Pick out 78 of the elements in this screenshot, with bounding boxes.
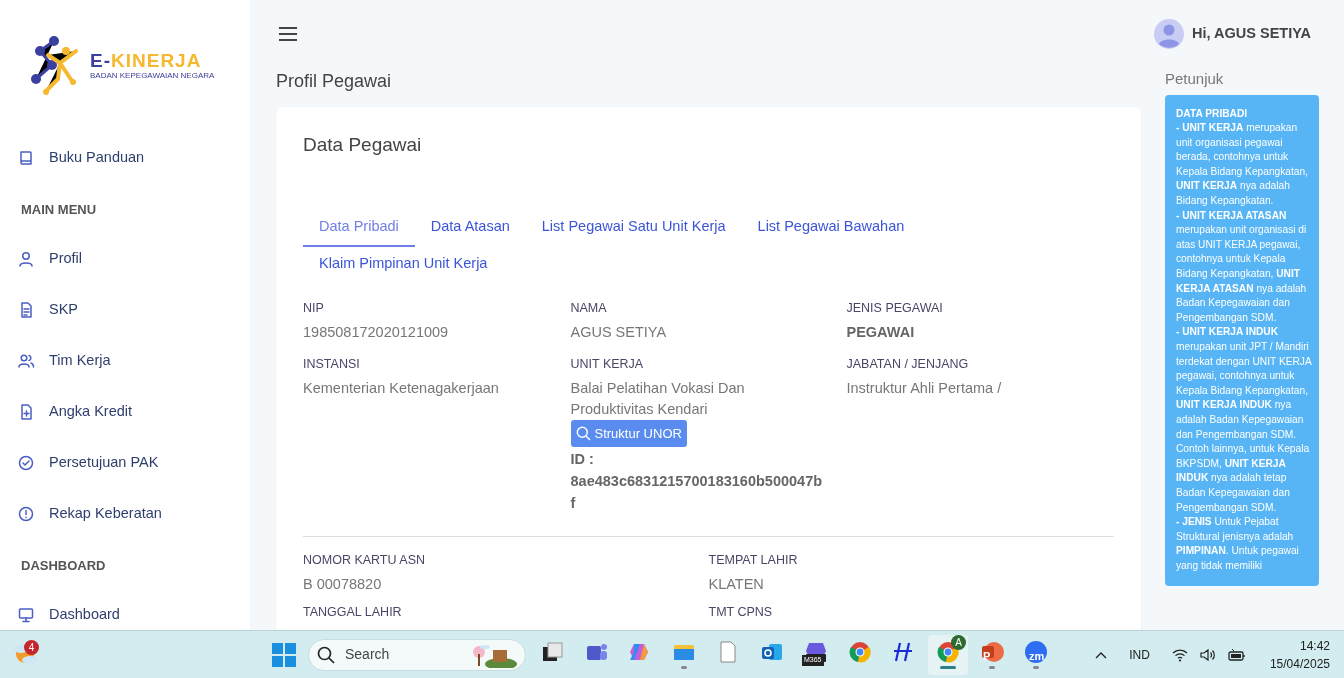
menu-heading: DASHBOARD [20, 556, 107, 575]
clock-time[interactable]: 14:42 [1269, 636, 1330, 655]
logo-subtitle: BADAN KEPEGAWAIAN NEGARA [90, 69, 215, 82]
field-label: UNIT KERJA [570, 355, 645, 373]
chevron-up-icon[interactable] [1095, 650, 1108, 659]
logo-title: E-KINERJA [90, 50, 203, 70]
page-title: Profil Pegawai [276, 70, 393, 93]
id-label: ID : [570, 449, 595, 469]
windows-icon [272, 642, 296, 667]
field-value: 198508172020121009 [303, 322, 450, 342]
speaker-icon[interactable] [1199, 647, 1216, 662]
field-value: B 00078820 [303, 574, 383, 594]
field-value: Balai Pelatihan Vokasi Dan Produktivitas Kendari [570, 378, 746, 419]
zoom-icon [1024, 640, 1048, 664]
help-paragraph: - JENIS Untuk Pejabat Struktural jenisnya adalah PIMPINAN. Untuk pegawai yang tidak memiliki [1176, 515, 1300, 573]
sidebar-item[interactable]: Angka Kredit [0, 386, 250, 437]
running-indicator [1033, 666, 1039, 669]
taskbar-app[interactable]: A [928, 634, 968, 675]
user-icon [17, 249, 35, 268]
user-greeting[interactable]: Hi, AGUS SETIYA [1192, 23, 1311, 45]
chrome-icon [936, 640, 960, 664]
alert-circle-icon [17, 504, 35, 523]
field-value: AGUS SETIYA [570, 322, 668, 342]
sidebar-item[interactable]: Persetujuan PAK [0, 437, 250, 488]
sidebar-item[interactable]: Buku Panduan [0, 132, 250, 183]
monitor-icon [17, 605, 35, 624]
check-circle-icon [17, 453, 35, 472]
help-title: Petunjuk [1165, 69, 1225, 89]
search-icon [575, 425, 591, 441]
field-label: JABATAN / JENJANG [846, 355, 970, 373]
taskbar-app[interactable]: zm [1016, 634, 1056, 675]
tab[interactable]: Klaim Pimpinan Unit Kerja [303, 247, 504, 285]
tab[interactable]: List Pegawai Satu Unit Kerja [525, 209, 742, 248]
book-icon [17, 148, 35, 167]
field-label: INSTANSI [303, 355, 361, 373]
help-paragraph: - UNIT KERJA ATASAN merupakan unit organisasi di atas UNIT KERJA pegawai, contohnya untuk Kepala Bidang Kepangkatan, UNIT KERJA ATASAN nya adalah Badan Kepegawaian dan Pengembangan SDM. [1176, 208, 1308, 325]
sidebar-item[interactable]: Profil [0, 233, 250, 284]
wifi-icon[interactable] [1171, 647, 1188, 662]
field-value: Instruktur Ahli Pertama / [846, 378, 1003, 398]
chrome-icon [848, 640, 872, 664]
battery-icon[interactable] [1227, 647, 1246, 662]
running-indicator [940, 666, 956, 669]
search-bar[interactable]: Search [308, 638, 526, 671]
field-label: NOMOR KARTU ASN [303, 551, 426, 569]
field-value: PEGAWAI [846, 322, 916, 342]
tab[interactable]: Data Atasan [414, 209, 526, 248]
sidebar-item[interactable]: SKP [0, 284, 250, 335]
running-indicator [681, 666, 687, 669]
id-value: 8ae483c6831215700183160b500047bf [570, 471, 824, 513]
notification-badge: 4 [24, 640, 39, 655]
search-field[interactable]: Search [343, 643, 463, 666]
powerpoint-icon [980, 640, 1004, 664]
field-value: Kementerian Ketenagakerjaan [303, 378, 500, 398]
field-label: NAMA [570, 300, 608, 317]
field-label: TMT CPNS [708, 603, 774, 621]
menu-icon[interactable] [278, 26, 298, 42]
tab[interactable]: List Pegawai Bawahan [741, 209, 921, 248]
avatar-icon [1154, 19, 1184, 49]
running-indicator [989, 666, 995, 669]
help-paragraph: - UNIT KERJA merupakan unit organisasi pegawai berada, contohnya untuk Kepala Bidang Kepangkatan, UNIT KERJA nya adalah Bidang Kepangkatan. [1176, 121, 1309, 209]
task-view-icon [540, 640, 564, 664]
menu-heading: MAIN MENU [20, 200, 98, 219]
language-indicator[interactable]: IND [1129, 645, 1150, 664]
card-title: Data Pegawai [303, 133, 423, 157]
sidebar-item[interactable]: Dashboard [0, 589, 250, 630]
field-label: TANGGAL LAHIR [303, 603, 403, 621]
clock-date[interactable]: 15/04/2025 [1269, 654, 1330, 673]
sidebar-item[interactable]: Rekap Keberatan [0, 488, 250, 539]
search-icon [317, 645, 335, 664]
field-label: JENIS PEGAWAI [846, 300, 944, 317]
tab[interactable]: Data Pribadi [303, 209, 415, 248]
field-label: TEMPAT LAHIR [708, 551, 799, 569]
sidebar-item[interactable]: Tim Kerja [0, 335, 250, 386]
help-paragraph: DATA PRIBADI [1176, 106, 1249, 121]
help-paragraph: - UNIT KERJA INDUK merupakan unit JPT / Mandiri terdekat dengan UNIT KERJA pegawai, contohnya untuk Kepala Bidang Kepangkatan, UNIT KERJA INDUK nya adalah Badan Kepegawaian dan Pengembangan SDM. Contoh lainnya, untuk Kepala BKPSDM, UNIT KERJA INDUK nya adalah tetap Badan Kepegawaian dan Pengembangan SDM. [1176, 325, 1313, 515]
field-label: NIP [303, 300, 325, 317]
taskbar-app[interactable]: P [972, 634, 1012, 675]
field-value: KLATEN [708, 574, 765, 594]
